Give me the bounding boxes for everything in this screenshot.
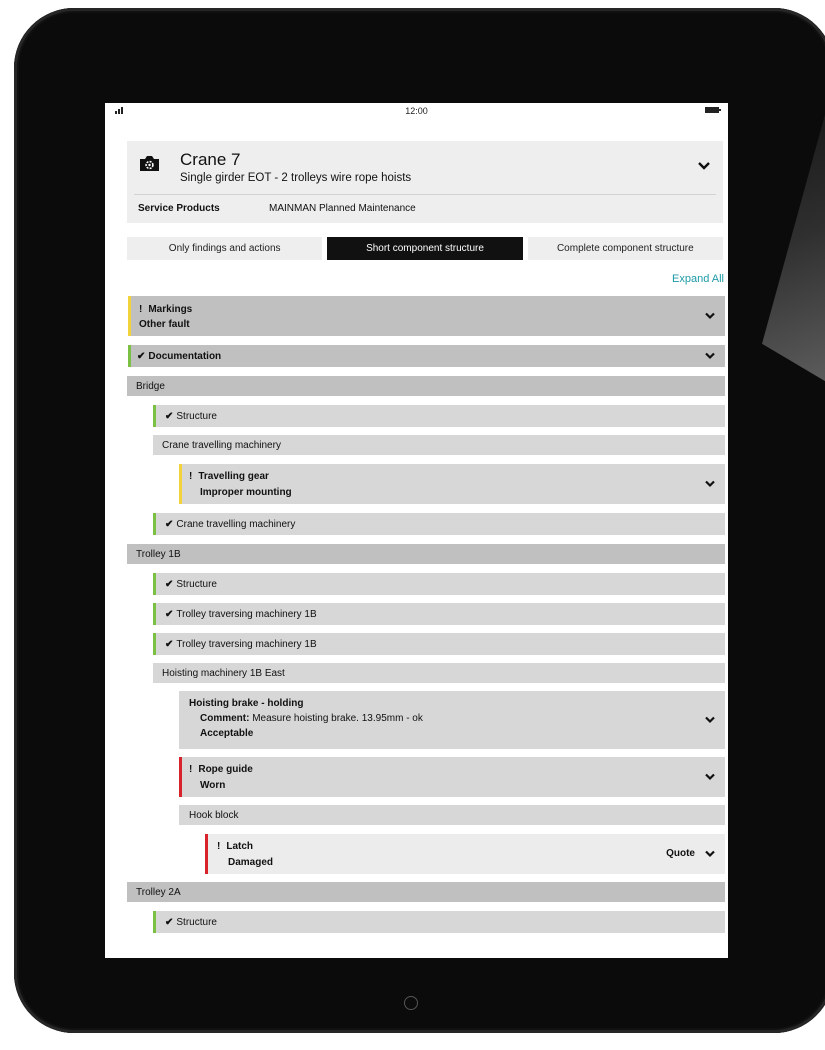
row-title: Markings [148,304,193,315]
ok-status-bar [153,633,156,655]
tab-complete-structure[interactable]: Complete component structure [527,237,723,260]
group-row-bridge[interactable]: Bridge [127,376,725,396]
home-button[interactable] [404,996,418,1010]
chevron-down-icon[interactable] [704,715,716,725]
filter-tabs: Only findings and actions Short componen… [127,237,723,260]
row-detail: Damaged [228,857,274,868]
asset-title: Crane 7 [180,150,241,169]
check-icon: ✔ [165,519,174,530]
group-title: Hook block [189,810,239,821]
finding-row-latch[interactable]: ! Latch Damaged Quote [205,834,725,874]
row-title: Crane travelling machinery [176,519,296,530]
asset-header[interactable]: Crane 7 Single girder EOT - 2 trolleys w… [127,141,723,223]
group-row-hoisting-machinery[interactable]: Hoisting machinery 1B East [153,663,725,683]
ok-status-bar [153,573,156,595]
finding-row-rope-guide[interactable]: ! Rope guide Worn [179,757,725,797]
group-row-trolley-1b[interactable]: Trolley 1B [127,544,725,564]
asset-subtitle: Single girder EOT - 2 trolleys wire rope… [180,172,412,184]
component-row-structure[interactable]: ✔ Structure [153,405,725,427]
chevron-down-icon[interactable] [704,311,716,321]
header-divider [134,194,716,195]
ok-status-bar [153,513,156,535]
component-row-crane-travelling-machinery[interactable]: ✔ Crane travelling machinery [153,513,725,535]
group-row-crane-travelling-machinery[interactable]: Crane travelling machinery [153,435,725,455]
group-title: Trolley 2A [136,887,181,898]
chevron-down-icon[interactable] [704,849,716,859]
battery-icon [705,107,721,113]
check-icon: ✔ [165,579,174,590]
quote-action[interactable]: Quote [666,848,695,859]
group-row-hook-block[interactable]: Hook block [179,805,725,825]
chevron-down-icon[interactable] [704,479,716,489]
chevron-down-icon[interactable] [697,160,711,172]
check-icon: ✔ [137,351,146,362]
row-title: Latch [226,841,254,852]
warning-status-bar [128,296,131,336]
finding-row-markings[interactable]: ! Markings Other fault [128,296,725,336]
component-row-structure[interactable]: ✔ Structure [153,911,725,933]
row-title: Travelling gear [198,471,269,482]
component-row-hoisting-brake[interactable]: Hoisting brake - holding Comment: Measur… [179,691,725,749]
service-products-value: MAINMAN Planned Maintenance [269,203,416,214]
exclamation-icon: ! [189,764,193,775]
component-row-structure[interactable]: ✔ Structure [153,573,725,595]
row-detail: Other fault [139,319,190,330]
group-title: Bridge [136,381,165,392]
check-icon: ✔ [165,609,174,620]
ok-status-bar [153,603,156,625]
status-clock: 12:00 [405,106,428,116]
warning-status-bar [179,464,182,504]
finding-row-documentation[interactable]: ✔ Documentation [128,345,725,367]
group-title: Trolley 1B [136,549,181,560]
row-title: Structure [176,579,217,590]
check-icon: ✔ [165,411,174,422]
ok-status-bar [153,911,156,933]
component-row-trolley-traversing-machinery[interactable]: ✔ Trolley traversing machinery 1B [153,603,725,625]
component-row-trolley-traversing-machinery[interactable]: ✔ Trolley traversing machinery 1B [153,633,725,655]
row-title: Structure [176,411,217,422]
chevron-down-icon[interactable] [704,351,716,361]
row-title: Structure [176,917,217,928]
screen: 12:00 Crane 7 Single girder EOT - 2 trol… [105,103,728,958]
critical-status-bar [179,757,182,797]
chevron-down-icon[interactable] [704,772,716,782]
ok-status-bar [128,345,131,367]
check-icon: ✔ [165,917,174,928]
comment-text: Measure hoisting brake. 13.95mm - ok [249,713,423,724]
row-title: Trolley traversing machinery 1B [176,639,317,650]
row-title: Hoisting brake - holding [189,698,304,709]
camera-gear-icon [140,156,159,171]
group-title: Crane travelling machinery [162,440,281,451]
ok-status-bar [153,405,156,427]
group-title: Hoisting machinery 1B East [162,668,285,679]
comment-label: Comment: [200,713,250,724]
service-products-label: Service Products [138,203,220,214]
finding-row-travelling-gear[interactable]: ! Travelling gear Improper mounting [179,464,725,504]
status-bar: 12:00 [105,103,728,120]
check-icon: ✔ [165,639,174,650]
row-detail: Worn [200,780,226,791]
exclamation-icon: ! [217,841,221,852]
group-row-trolley-2a[interactable]: Trolley 2A [127,882,725,902]
row-title: Trolley traversing machinery 1B [176,609,317,620]
exclamation-icon: ! [139,304,143,315]
exclamation-icon: ! [189,471,193,482]
expand-all-link[interactable]: Expand All [672,273,724,285]
tab-only-findings[interactable]: Only findings and actions [127,237,323,260]
row-title: Rope guide [198,764,253,775]
critical-status-bar [205,834,208,874]
tab-short-structure[interactable]: Short component structure [327,237,523,260]
row-detail: Improper mounting [200,487,292,498]
row-result: Acceptable [200,728,254,739]
row-title: Documentation [148,351,222,362]
